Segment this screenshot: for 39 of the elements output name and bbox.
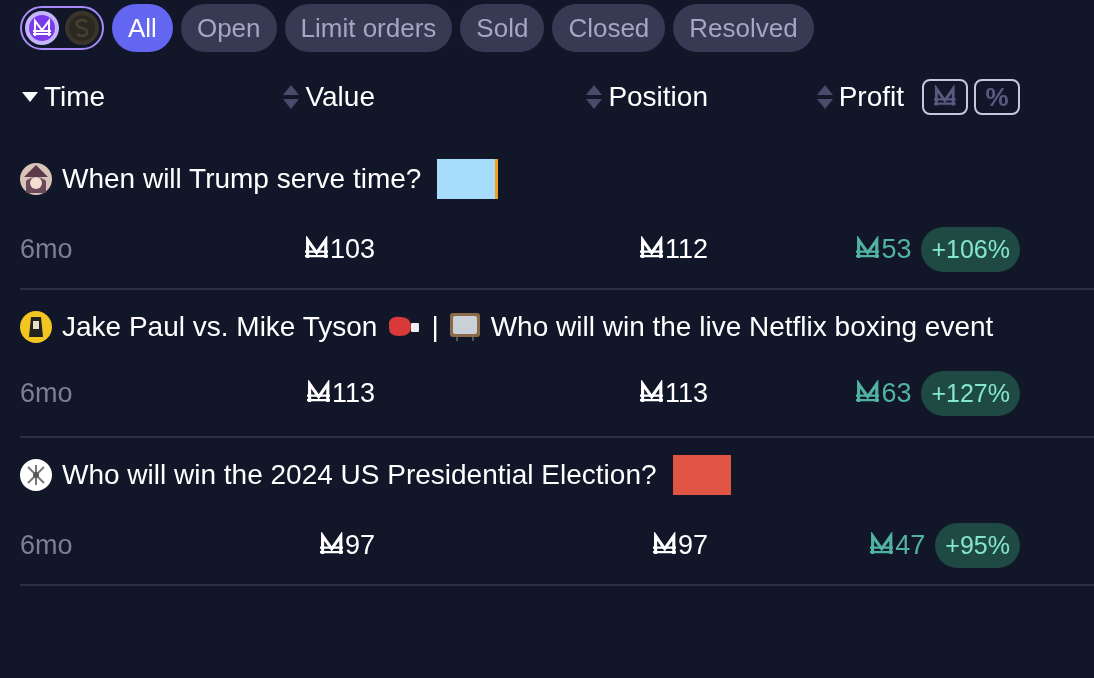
sweep-coin-icon[interactable]	[64, 10, 100, 46]
filter-chip[interactable]: Resolved	[673, 4, 814, 52]
filter-chip[interactable]: All	[112, 4, 173, 52]
position-amount: 97	[652, 529, 708, 561]
mana-coin-icon[interactable]	[24, 10, 60, 46]
position-amount: 112	[639, 233, 708, 265]
filter-chip[interactable]: Sold	[460, 4, 545, 52]
television-icon	[448, 311, 481, 342]
time-text: 6mo	[20, 233, 73, 264]
profit-percent-badge: +95%	[935, 522, 1020, 568]
value-amount: 103	[304, 233, 375, 265]
currency-toggle[interactable]	[20, 6, 104, 50]
column-header[interactable]: Value	[305, 81, 375, 113]
profit-percent-badge: +106%	[921, 226, 1020, 272]
profit-amount: 47	[869, 529, 926, 561]
filter-chip[interactable]: Limit orders	[284, 4, 453, 52]
avatar-icon	[20, 310, 52, 343]
column-header[interactable]: Position	[608, 81, 708, 113]
column-header[interactable]: Time	[44, 81, 106, 113]
market-title[interactable]: Who will win the 2024 US Presidential Election?	[62, 458, 657, 491]
position-amount: 113	[639, 377, 708, 409]
market-title[interactable]: |	[431, 310, 439, 343]
market-title[interactable]: Who will win the live Netflix boxing event	[490, 310, 994, 343]
time-text: 6mo	[20, 377, 73, 408]
mana-unit-button[interactable]	[922, 79, 968, 115]
avatar-icon	[20, 162, 52, 195]
filter-chip[interactable]: Closed	[552, 4, 666, 52]
value-amount: 113	[306, 377, 375, 409]
profit-percent-badge: +127%	[921, 370, 1020, 416]
column-header[interactable]: Profit	[838, 81, 904, 113]
value-amount: 97	[319, 529, 375, 561]
sort-descending-icon[interactable]	[20, 91, 40, 103]
time-text: 6mo	[20, 529, 73, 560]
market-title[interactable]: When will Trump serve time?	[62, 162, 422, 195]
avatar-icon	[20, 458, 52, 491]
filter-chip[interactable]: Open	[180, 4, 277, 52]
profit-amount: 63	[856, 377, 912, 409]
market-title[interactable]: Jake Paul vs. Mike Tyson	[62, 310, 378, 343]
profit-amount: 53	[856, 233, 912, 265]
